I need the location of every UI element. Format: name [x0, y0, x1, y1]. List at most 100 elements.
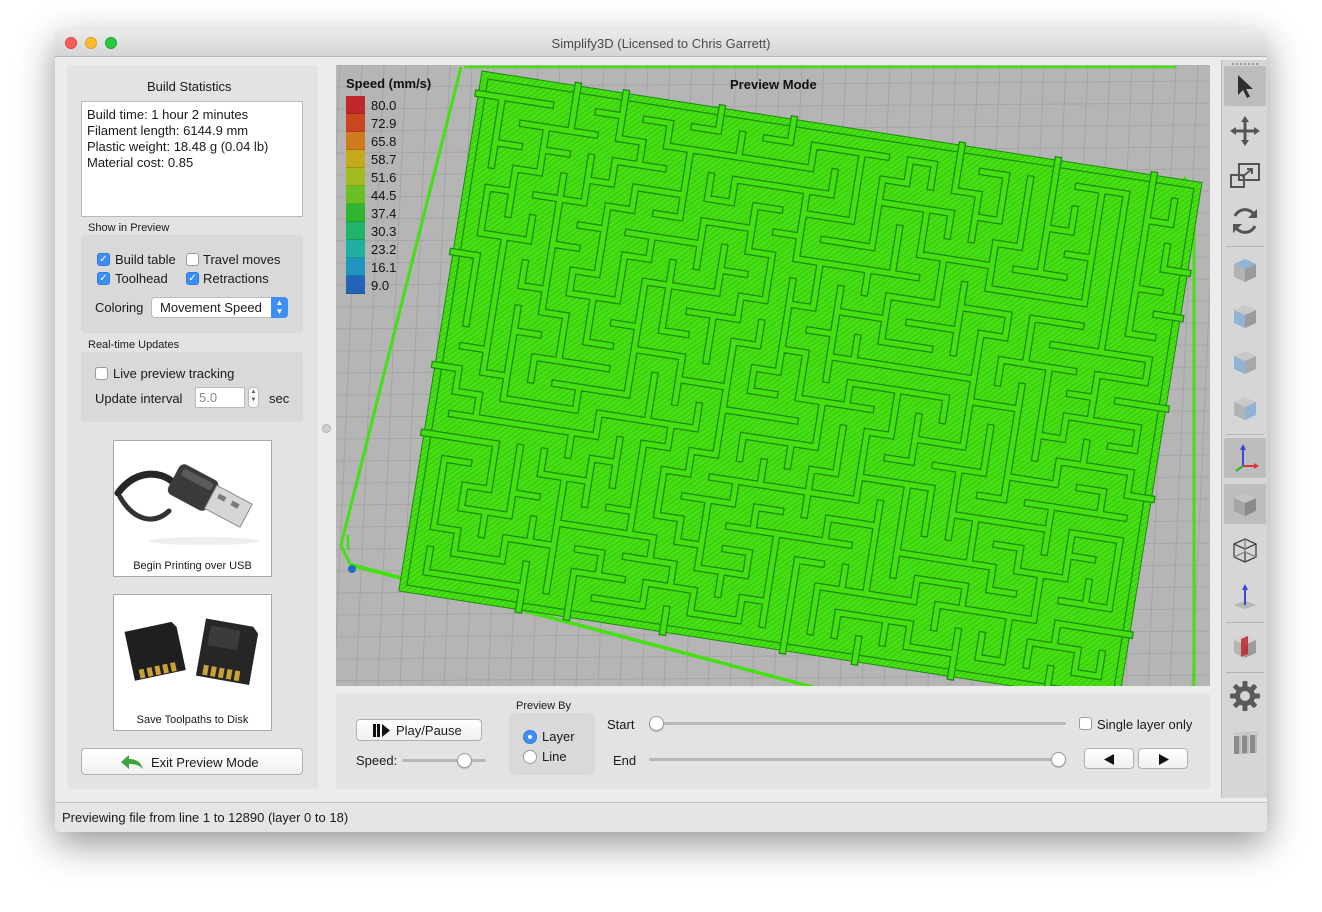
update-interval-label: Update interval [95, 391, 183, 406]
single-layer-label: Single layer only [1097, 717, 1193, 732]
legend-swatch [346, 186, 365, 204]
legend-swatch [346, 204, 365, 222]
retractions-checkbox[interactable]: ✓ [186, 272, 199, 285]
speed-slider-track[interactable] [402, 759, 486, 762]
legend-entry: 65.8 [346, 132, 426, 150]
update-interval-value: 5.0 [199, 390, 218, 405]
legend-value: 16.1 [371, 260, 397, 275]
legend-value: 9.0 [371, 278, 390, 293]
legend-swatch [346, 222, 365, 240]
start-label: Start [607, 717, 635, 732]
cross-section-icon[interactable] [1224, 626, 1266, 666]
retractions-label: Retractions [203, 271, 269, 286]
end-slider-track[interactable] [649, 758, 1066, 761]
travel-moves-checkbox[interactable] [186, 253, 199, 266]
legend-swatch [346, 150, 365, 168]
panel-splitter-handle[interactable] [322, 424, 331, 433]
build-table-checkbox[interactable]: ✓ [97, 253, 110, 266]
normals-icon[interactable] [1224, 576, 1266, 616]
legend-value: 58.7 [371, 152, 397, 167]
travel-moves-label: Travel moves [203, 252, 281, 267]
update-interval-input[interactable]: 5.0 [195, 387, 245, 408]
stat-material-cost: Material cost: 0.85 [87, 155, 194, 170]
playback-controls-panel: Play/Pause Speed: Preview By Layer Line … [336, 693, 1210, 789]
show-in-preview-title: Show in Preview [88, 222, 170, 234]
build-statistics-box: Build time: 1 hour 2 minutes Filament le… [81, 101, 303, 217]
start-slider-track[interactable] [649, 722, 1066, 725]
legend-swatch [346, 96, 365, 114]
toolbar-separator [1226, 246, 1264, 247]
app-window: Simplify3D (Licensed to Chris Garrett) B… [55, 30, 1267, 832]
move-icon[interactable] [1224, 111, 1266, 151]
legend-value: 37.4 [371, 206, 397, 221]
live-preview-checkbox[interactable] [95, 367, 108, 380]
legend-swatch [346, 168, 365, 186]
legend-value: 30.3 [371, 224, 397, 239]
legend-value: 65.8 [371, 134, 397, 149]
layer-radio[interactable] [523, 730, 537, 744]
build-table-label: Build table [115, 252, 176, 267]
legend-swatch [346, 258, 365, 276]
view-right-icon[interactable] [1224, 388, 1266, 428]
view-front-icon[interactable] [1224, 296, 1266, 336]
stat-filament-length: Filament length: 6144.9 mm [87, 123, 249, 138]
legend-entry: 72.9 [346, 114, 426, 132]
start-slider-knob[interactable] [649, 716, 664, 731]
play-pause-label: Play/Pause [396, 723, 462, 738]
coloring-value: Movement Speed [160, 300, 262, 315]
stat-build-time: Build time: 1 hour 2 minutes [87, 107, 249, 122]
preview-by-group: Layer Line [509, 713, 595, 775]
speed-legend-title: Speed (mm/s) [346, 76, 432, 91]
legend-entry: 9.0 [346, 276, 426, 294]
update-interval-unit: sec [269, 391, 290, 406]
toolhead-label: Toolhead [115, 271, 168, 286]
end-slider-knob[interactable] [1051, 752, 1066, 767]
view-top-icon[interactable] [1224, 250, 1266, 290]
line-radio[interactable] [523, 750, 537, 764]
live-preview-label: Live preview tracking [113, 366, 235, 381]
left-triangle-icon [1104, 754, 1114, 765]
exit-preview-button[interactable]: Exit Preview Mode [81, 748, 303, 775]
begin-printing-usb-button[interactable]: Begin Printing over USB [113, 440, 272, 577]
play-pause-button[interactable]: Play/Pause [356, 719, 482, 741]
coloring-label: Coloring [95, 300, 144, 315]
window-title: Simplify3D (Licensed to Chris Garrett) [551, 36, 771, 51]
axes-icon[interactable] [1224, 438, 1266, 478]
save-toolpaths-button[interactable]: Save Toolpaths to Disk [113, 594, 272, 731]
back-arrow-icon [121, 755, 143, 769]
select-arrows-icon: ▲ ▼ [271, 297, 288, 318]
legend-swatch [346, 114, 365, 132]
update-interval-stepper[interactable]: ▲ ▼ [248, 387, 259, 408]
legend-entry: 58.7 [346, 150, 426, 168]
right-toolbar [1221, 60, 1267, 798]
preview-mode-label: Preview Mode [730, 77, 817, 92]
solid-view-icon[interactable] [1224, 484, 1266, 524]
legend-value: 72.9 [371, 116, 397, 131]
usb-button-caption: Begin Printing over USB [133, 560, 252, 572]
legend-value: 44.5 [371, 188, 397, 203]
line-radio-label: Line [542, 749, 567, 764]
legend-swatch [346, 276, 365, 294]
scale-icon[interactable] [1224, 156, 1266, 196]
rotate-icon[interactable] [1224, 201, 1266, 241]
realtime-updates-group: Live preview tracking Update interval 5.… [81, 352, 303, 422]
view-left-icon[interactable] [1224, 342, 1266, 382]
legend-swatch [346, 240, 365, 258]
preview-viewport[interactable]: Speed (mm/s) 80.0 72.9 65.8 58.7 51.6 44.5 37.… [336, 65, 1210, 686]
speed-slider-knob[interactable] [457, 753, 473, 768]
settings-gear-icon[interactable] [1224, 676, 1266, 716]
right-triangle-icon [1159, 754, 1169, 765]
realtime-updates-title: Real-time Updates [88, 339, 180, 351]
legend-value: 80.0 [371, 98, 397, 113]
coloring-select[interactable]: Movement Speed ▲ ▼ [151, 297, 288, 318]
toolhead-checkbox[interactable]: ✓ [97, 272, 110, 285]
toolbar-separator [1226, 434, 1264, 435]
legend-swatch [346, 132, 365, 150]
wireframe-icon[interactable] [1224, 530, 1266, 570]
single-layer-checkbox[interactable] [1079, 717, 1092, 730]
supports-icon[interactable] [1224, 722, 1266, 762]
legend-entry: 30.3 [346, 222, 426, 240]
next-layer-button[interactable] [1138, 748, 1188, 769]
select-pointer-icon[interactable] [1224, 66, 1266, 106]
previous-layer-button[interactable] [1084, 748, 1134, 769]
